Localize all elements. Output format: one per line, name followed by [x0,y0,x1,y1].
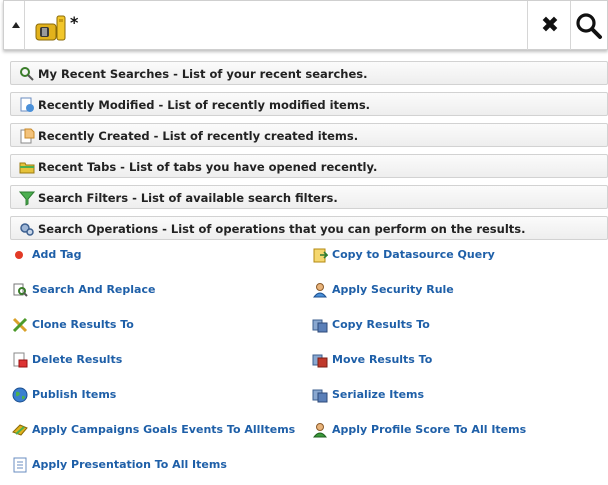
operation-label: Apply Profile Score To All Items [332,423,527,436]
divider [570,1,571,50]
tag-dot-icon [15,251,23,259]
search-icon[interactable] [574,11,604,41]
delete-icon [13,352,28,368]
operation-label: Apply Presentation To All Items [32,458,227,471]
section-recent-searches[interactable]: My Recent Searches - List of your recent… [10,61,608,85]
operation-label: Add Tag [32,248,82,261]
search-bar: * ✖ [3,0,608,50]
serialize-icon [312,389,328,403]
section-search-operations[interactable]: Search Operations - List of operations t… [10,216,608,240]
section-search-filters[interactable]: Search Filters - List of available searc… [10,185,608,209]
document-edit-icon [20,97,34,112]
operation-label: Move Results To [332,353,433,366]
campaign-icon [12,424,28,436]
operation-label: Publish Items [32,388,117,401]
operation-label: Copy Results To [332,318,430,331]
database-icon[interactable] [33,13,67,43]
section-label: Recent Tabs - List of tabs you have open… [38,160,378,174]
search-query[interactable]: * [70,13,78,32]
divider [24,1,25,50]
section-recently-created[interactable]: Recently Created - List of recently crea… [10,123,608,147]
operation-label: Search And Replace [32,283,156,296]
section-recent-tabs[interactable]: Recent Tabs - List of tabs you have open… [10,154,608,178]
operation-label: Clone Results To [32,318,134,331]
operation-label: Delete Results [32,353,123,366]
section-label: Recently Modified - List of recently mod… [38,98,371,112]
operation-label: Apply Security Rule [332,283,454,296]
operation-label: Serialize Items [332,388,425,401]
search-replace-icon [13,283,28,297]
operation-label: Apply Campaigns Goals Events To AllItems [32,423,296,436]
folder-icon [19,162,35,174]
gears-icon [20,223,34,236]
expand-arrow-icon[interactable] [12,22,20,28]
section-label: Search Filters - List of available searc… [38,191,338,205]
clone-icon [12,317,28,333]
move-results-icon [312,354,328,368]
section-label: Recently Created - List of recently crea… [38,129,359,143]
profile-score-icon [312,423,328,438]
presentation-icon [13,457,27,473]
datasource-icon [313,248,328,263]
document-new-icon [20,128,35,144]
recent-searches-icon [20,67,34,81]
close-icon[interactable]: ✖ [535,14,565,38]
operation-label: Copy to Datasource Query [332,248,495,261]
section-label: Search Operations - List of operations t… [38,222,526,236]
security-user-icon [312,283,328,298]
divider [527,1,528,50]
section-label: My Recent Searches - List of your recent… [38,67,368,81]
globe-icon [12,387,28,403]
section-recently-modified[interactable]: Recently Modified - List of recently mod… [10,92,608,116]
copy-results-icon [312,319,328,333]
funnel-icon [19,191,35,206]
